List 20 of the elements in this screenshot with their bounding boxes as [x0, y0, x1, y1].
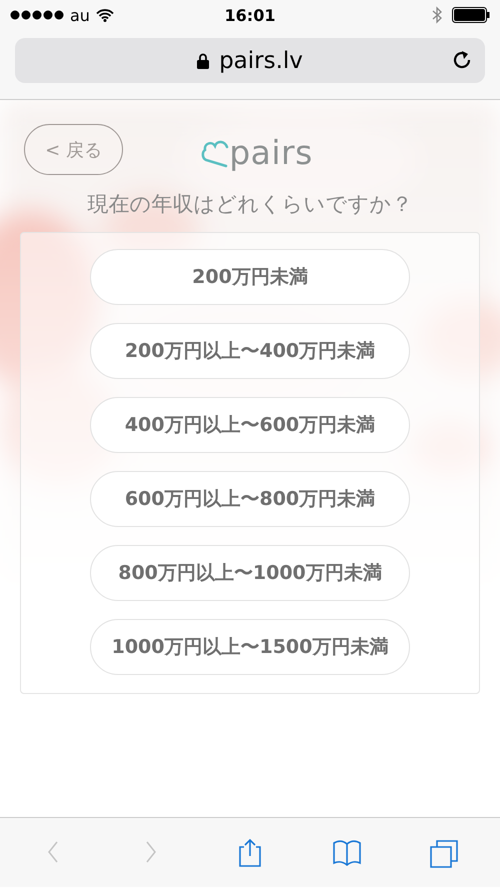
option-button[interactable]: 1000万円以上〜1500万円未満	[90, 619, 410, 675]
option-button[interactable]: 800万円以上〜1000万円未満	[90, 545, 410, 601]
battery-icon	[452, 7, 490, 23]
option-button[interactable]: 600万円以上〜800万円未満	[90, 471, 410, 527]
signal-icon	[10, 10, 64, 20]
back-button[interactable]: < 戻る	[24, 124, 123, 175]
wifi-icon	[96, 8, 114, 22]
option-button[interactable]: 200万円以上〜400万円未満	[90, 323, 410, 379]
reload-icon[interactable]	[451, 49, 473, 71]
clock-time: 16:01	[224, 6, 276, 24]
question-text: 現在の年収はどれくらいですか？	[88, 191, 412, 218]
book-icon[interactable]	[332, 838, 362, 868]
option-button[interactable]: 200万円未満	[90, 249, 410, 305]
carrier-name: au	[70, 6, 90, 24]
tabs-icon[interactable]	[428, 838, 459, 868]
lock-icon	[197, 52, 210, 68]
logo-text: pairs	[229, 136, 313, 169]
bluetooth-icon	[432, 6, 442, 24]
option-button[interactable]: 400万円以上〜600万円未満	[90, 397, 410, 453]
address-bar[interactable]: pairs.lv	[15, 38, 485, 83]
